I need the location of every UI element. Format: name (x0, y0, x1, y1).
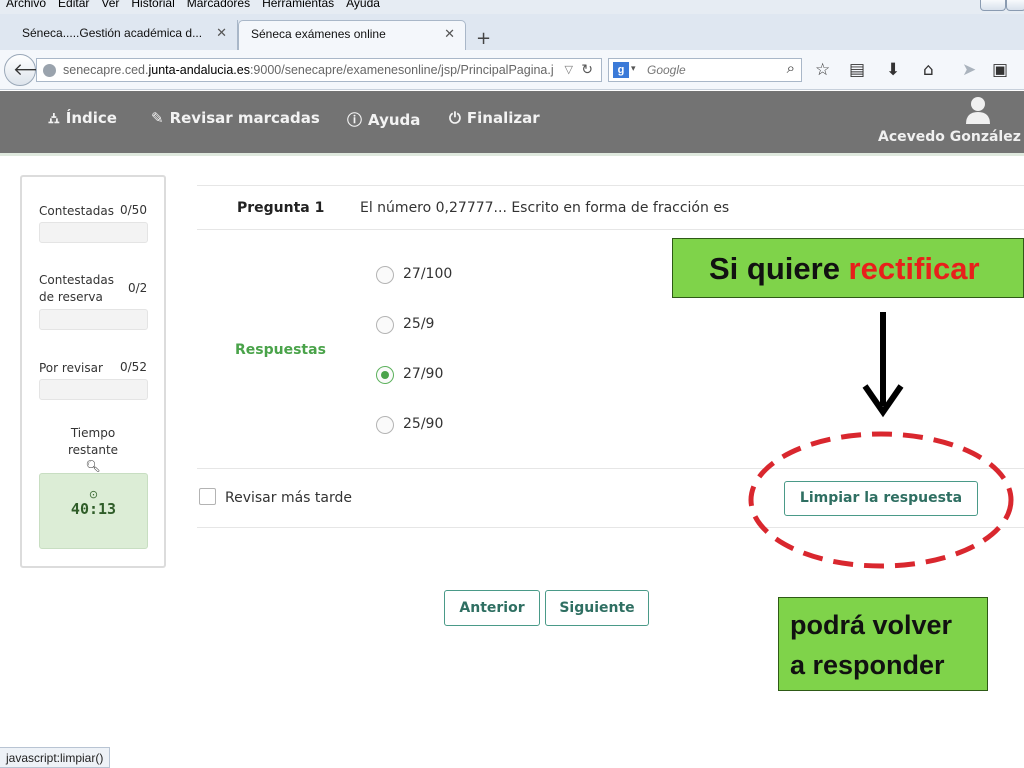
history-dropdown-icon[interactable]: ▽ (565, 63, 573, 76)
home-icon[interactable]: ⌂ (923, 61, 934, 79)
bookmark-star-icon[interactable]: ☆ (815, 61, 830, 79)
nav-indice[interactable]: ⛼ Índice (48, 109, 117, 129)
tab-label: Séneca.....Gestión académica d... (22, 26, 203, 40)
search-bar[interactable]: g ▾ Google ⌕ (608, 58, 802, 82)
radio-button-selected[interactable] (376, 366, 394, 384)
down-arrow-icon (862, 312, 904, 418)
answers-label: Respuestas (235, 342, 326, 358)
engine-dropdown-icon[interactable]: ▾ (631, 63, 636, 74)
reading-list-icon[interactable]: ▤ (849, 61, 865, 79)
question-label: Pregunta 1 (237, 200, 325, 216)
answered-count: 0/50 (120, 203, 147, 217)
review-later-label[interactable]: Revisar más tarde (225, 490, 352, 506)
time-remaining: 40:13 (70, 500, 117, 518)
radio-button[interactable] (376, 416, 394, 434)
close-icon[interactable]: ✕ (444, 26, 455, 42)
menu-herramientas[interactable]: Herramientas (262, 0, 334, 10)
callout-respond-again: podrá volver a responder (778, 597, 988, 691)
progress-sidebar: Contestadas 0/50 Contestadas de reserva … (20, 175, 166, 568)
question-text: El número 0,27777... Escrito en forma de… (360, 200, 730, 216)
info-icon: ⓘ (347, 111, 363, 129)
nav-revisar-marcadas[interactable]: ✎ Revisar marcadas (151, 109, 320, 127)
url-prefix: senecapre.ced. (63, 63, 149, 77)
next-button[interactable]: Siguiente (545, 590, 649, 626)
user-name[interactable]: Acevedo González (878, 129, 1021, 145)
previous-button[interactable]: Anterior (444, 590, 540, 626)
pencil-icon: ✎ (151, 109, 164, 127)
reserve-label-line2: de reserva (39, 290, 103, 304)
nav-label: Finalizar (466, 109, 540, 127)
menu-archivo[interactable]: Archivo (6, 0, 46, 10)
minimize-button[interactable] (980, 0, 1006, 11)
nav-finalizar[interactable]: ⏻ Finalizar (449, 109, 540, 127)
tab-seneca-gestion[interactable]: Séneca.....Gestión académica d... ✕ (10, 20, 238, 50)
url-host: junta-andalucia.es (148, 63, 250, 77)
callout-highlight: rectificar (848, 251, 980, 286)
option-label: 25/90 (403, 416, 444, 432)
maximize-button[interactable] (1006, 0, 1024, 11)
menu-ver[interactable]: Ver (101, 0, 119, 10)
review-label: Por revisar (39, 361, 103, 375)
menu-bar: Archivo Editar Ver Historial Marcadores … (0, 0, 1024, 14)
menu-editar[interactable]: Editar (58, 0, 89, 10)
option-label: 27/90 (403, 366, 444, 382)
nav-label: Índice (65, 109, 117, 127)
reserve-progress-bar (39, 309, 148, 330)
google-icon[interactable]: g (613, 62, 629, 78)
answered-label: Contestadas (39, 204, 114, 218)
callout-prefix: Si quiere (709, 251, 849, 286)
back-button[interactable]: 🡐 (4, 54, 59, 86)
option-label: 25/9 (403, 316, 435, 332)
option-label: 27/100 (403, 266, 453, 282)
reload-icon[interactable]: ↻ (581, 61, 593, 78)
download-icon[interactable]: ⬇ (886, 61, 900, 79)
sitemap-icon: ⛼ (48, 109, 60, 127)
navigation-bar: 🡐 senecapre.ced.junta-andalucia.es:9000/… (0, 50, 1024, 90)
url-suffix: :9000/senecapre/examenesonline/jsp/Princ… (249, 63, 554, 77)
power-icon: ⏻ (449, 109, 461, 127)
reserve-label-line1: Contestadas (39, 273, 114, 287)
screenshot-icon[interactable]: ▣ (992, 61, 1008, 79)
url-bar[interactable]: senecapre.ced.junta-andalucia.es:9000/se… (36, 58, 602, 82)
callout-line2: a responder (790, 650, 945, 680)
nav-label: Ayuda (368, 111, 421, 129)
tab-strip: Séneca.....Gestión académica d... ✕ Séne… (0, 14, 1024, 50)
menu-ayuda[interactable]: Ayuda (346, 0, 380, 10)
review-count: 0/52 (120, 360, 147, 374)
menu-historial[interactable]: Historial (131, 0, 174, 10)
send-icon[interactable]: ➤ (962, 61, 976, 79)
tab-label: Séneca exámenes online (251, 27, 386, 41)
new-tab-icon[interactable]: + (476, 30, 491, 48)
tab-seneca-examenes[interactable]: Séneca exámenes online ✕ (238, 20, 466, 50)
user-icon[interactable] (965, 96, 991, 124)
highlight-ellipse (748, 431, 1014, 569)
callout-rectify: Si quiere rectificar (672, 238, 1024, 298)
nav-ayuda[interactable]: ⓘ Ayuda (347, 109, 420, 130)
reserve-label: Contestadas de reserva (39, 272, 114, 306)
callout-line1: podrá volver (790, 610, 953, 640)
search-placeholder: Google (647, 63, 686, 77)
header-divider (0, 153, 1024, 156)
timer-box: ⊙ 40:13 (39, 473, 148, 549)
reserve-count: 0/2 (128, 281, 148, 295)
review-progress-bar (39, 379, 148, 400)
app-header: ⛼ Índice ✎ Revisar marcadas ⓘ Ayuda ⏻ Finali… (0, 91, 1024, 156)
review-later-checkbox[interactable] (199, 488, 216, 505)
status-bar: javascript:limpiar() (0, 747, 111, 768)
search-icon[interactable]: ⌕ (787, 60, 795, 77)
divider (197, 185, 1024, 186)
nav-label: Revisar marcadas (169, 109, 320, 127)
answered-progress-bar (39, 222, 148, 243)
time-label-line1: Tiempo (70, 426, 116, 440)
menu-marcadores[interactable]: Marcadores (187, 0, 250, 10)
callout-rectify-text: Si quiere rectificar (709, 251, 980, 287)
close-icon[interactable]: ✕ (216, 25, 227, 41)
radio-button[interactable] (376, 266, 394, 284)
time-label-line2: restante (67, 443, 119, 457)
globe-icon (43, 64, 56, 77)
divider (197, 229, 1024, 230)
radio-button[interactable] (376, 316, 394, 334)
